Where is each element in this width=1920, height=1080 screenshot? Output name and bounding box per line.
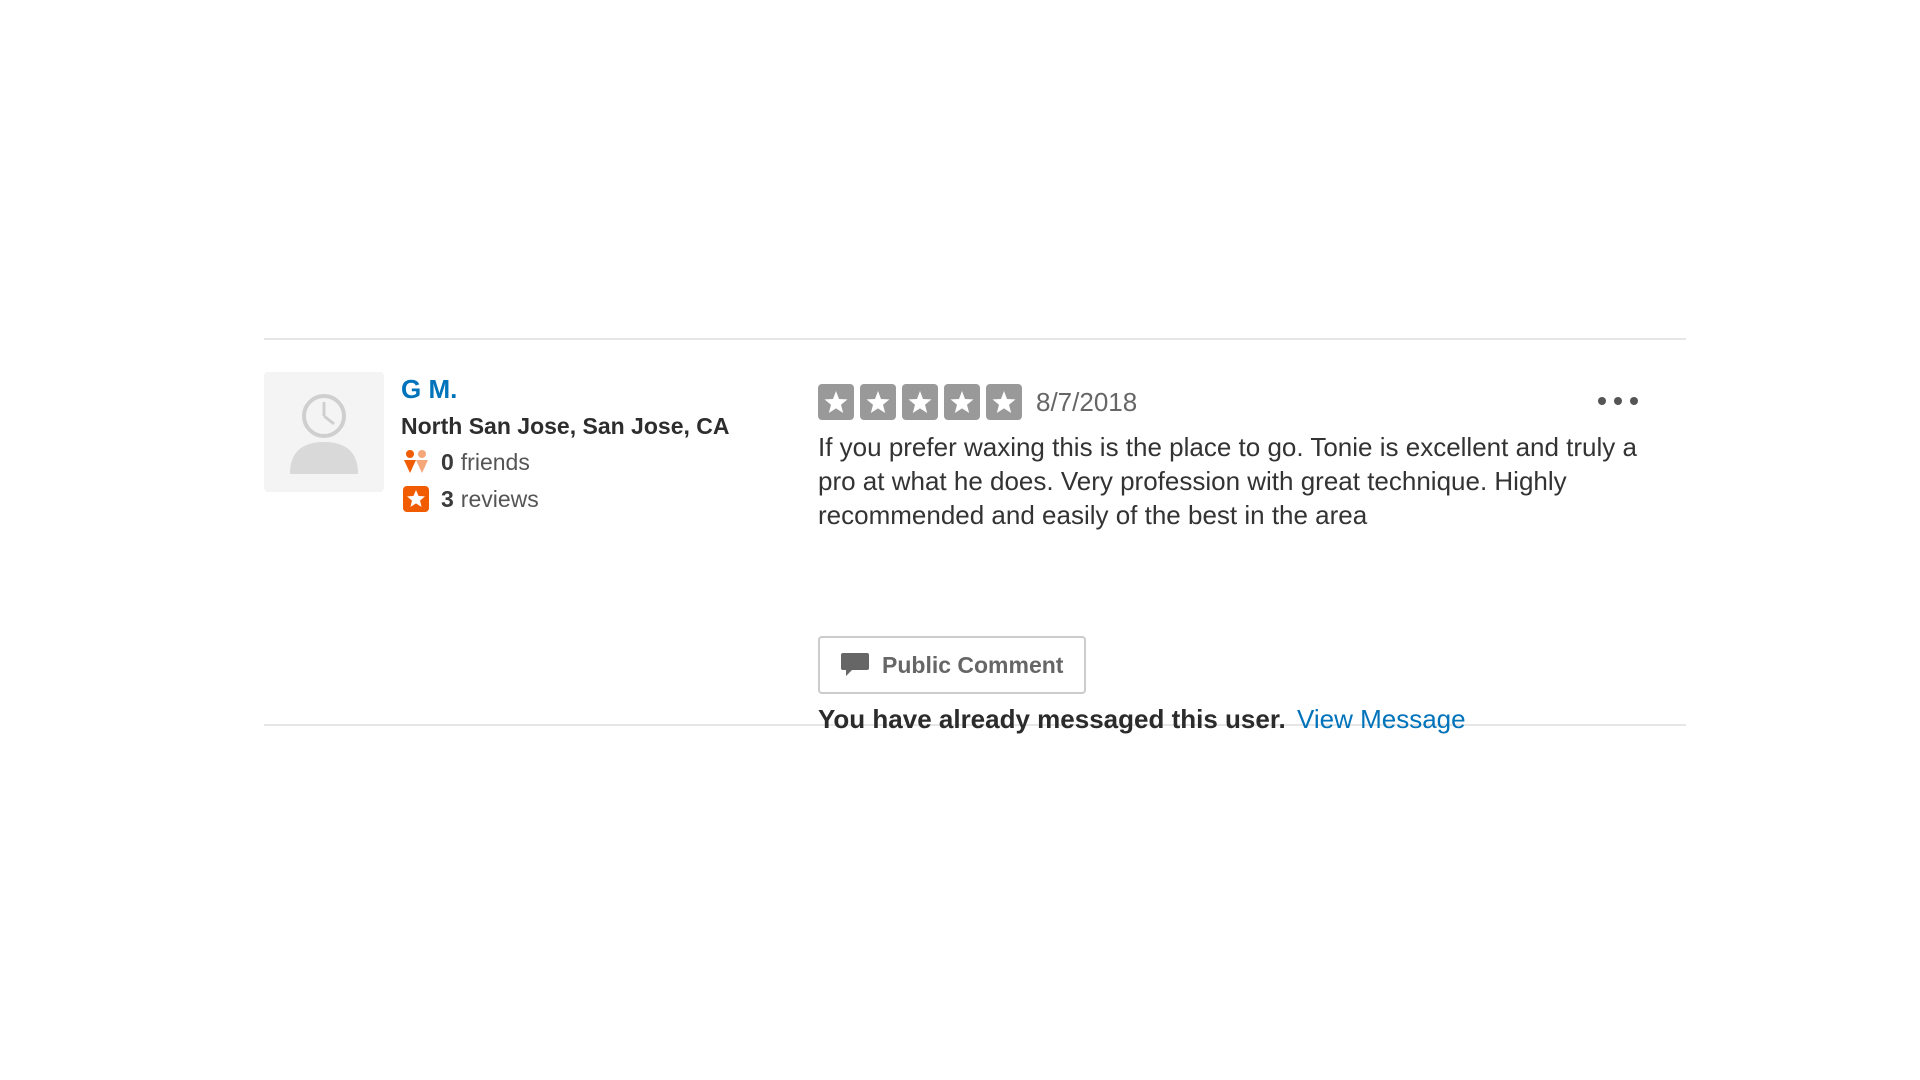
friends-count: 0 (441, 448, 454, 475)
star-icon (986, 384, 1022, 420)
menu-dot (1598, 397, 1606, 405)
speech-bubble-icon (840, 651, 870, 679)
friends-stat: 0 friends (401, 447, 821, 477)
menu-dot (1614, 397, 1622, 405)
reviews-count: 3 (441, 485, 454, 512)
public-comment-button[interactable]: Public Comment (818, 636, 1086, 694)
user-name-link[interactable]: G M. (401, 374, 821, 404)
user-avatar[interactable] (264, 372, 384, 492)
review-text: If you prefer waxing this is the place t… (818, 432, 1637, 530)
friends-icon (401, 447, 431, 477)
star-icon (944, 384, 980, 420)
star-icon (860, 384, 896, 420)
menu-dot (1630, 397, 1638, 405)
messaged-text: You have already messaged this user. (818, 704, 1286, 734)
friends-label: friends (460, 448, 530, 475)
review-body: 8/7/2018 If you prefer waxing this is th… (818, 384, 1648, 734)
review-date: 8/7/2018 (1036, 386, 1138, 417)
public-comment-label: Public Comment (882, 651, 1064, 678)
messaged-notice: You have already messaged this user. Vie… (818, 702, 1718, 736)
user-info: G M. North San Jose, San Jose, CA 0 frie… (401, 374, 821, 514)
rating-row: 8/7/2018 (818, 384, 1648, 420)
user-location: North San Jose, San Jose, CA (401, 413, 730, 439)
review-card: G M. North San Jose, San Jose, CA 0 frie… (264, 338, 1686, 734)
view-message-link[interactable]: View Message (1297, 704, 1466, 734)
review-star-icon (401, 484, 431, 514)
reviews-stat: 3 reviews (401, 484, 821, 514)
reviews-label: reviews (460, 485, 539, 512)
default-user-avatar-icon (290, 394, 358, 474)
more-options-icon[interactable] (1598, 386, 1638, 416)
star-icon (818, 384, 854, 420)
star-icon (902, 384, 938, 420)
